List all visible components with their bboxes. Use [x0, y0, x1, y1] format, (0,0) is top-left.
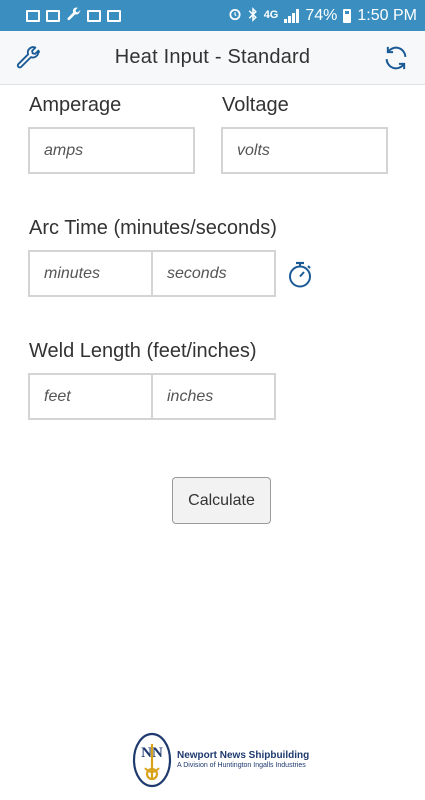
clock: 1:50 PM — [357, 6, 417, 24]
gmail-icon — [46, 9, 60, 22]
amperage-input[interactable] — [28, 127, 195, 174]
arc-time-seconds-input[interactable] — [151, 250, 276, 297]
network-type: 4G — [263, 9, 279, 21]
status-bar-notifications — [26, 7, 121, 25]
bluetooth-icon — [248, 6, 258, 25]
company-subtitle: A Division of Huntington Ingalls Industr… — [177, 761, 306, 769]
company-name: Newport News Shipbuilding — [177, 750, 310, 762]
calendar-icon — [107, 9, 121, 22]
calculate-button[interactable]: Calculate — [172, 477, 271, 524]
weld-length-inches-input[interactable] — [151, 373, 276, 420]
alarm-icon — [228, 7, 242, 24]
company-logo: NN Newport News Shipbuilding A Division … — [132, 732, 309, 788]
timer-icon — [289, 261, 311, 288]
status-bar-system: 4G 74% 1:50 PM — [228, 7, 417, 25]
app-header: Heat Input - Standard — [0, 31, 425, 85]
arc-time-label: Arc Time (minutes/seconds) — [29, 217, 277, 239]
weld-length-label: Weld Length (feet/inches) — [29, 340, 257, 362]
refresh-button[interactable] — [380, 42, 412, 74]
status-bar: 4G 74% 1:50 PM — [0, 0, 425, 31]
email-icon — [87, 9, 101, 22]
battery-percent: 74% — [305, 6, 338, 24]
wrench-icon — [66, 7, 81, 25]
timer-button[interactable] — [287, 261, 313, 289]
signal-icon — [284, 8, 300, 23]
amperage-label: Amperage — [29, 94, 122, 116]
nns-emblem-icon: NN — [132, 732, 172, 788]
arc-time-minutes-input[interactable] — [28, 250, 153, 297]
page-title: Heat Input - Standard — [114, 46, 311, 68]
refresh-icon — [385, 46, 407, 70]
settings-button[interactable] — [12, 42, 44, 74]
weld-length-feet-input[interactable] — [28, 373, 153, 420]
voltage-label: Voltage — [222, 94, 289, 116]
wrench-icon — [16, 46, 40, 69]
battery-icon — [343, 8, 352, 23]
gmail-icon — [26, 9, 40, 22]
voltage-input[interactable] — [221, 127, 388, 174]
